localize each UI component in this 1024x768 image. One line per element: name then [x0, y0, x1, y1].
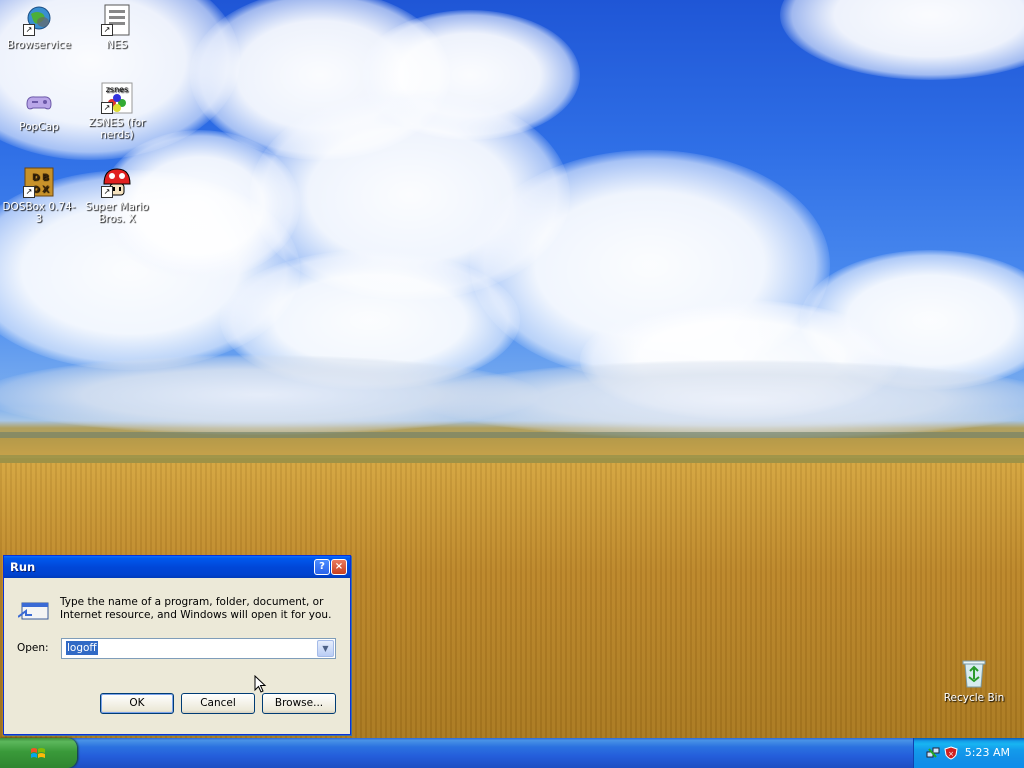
run-program-icon	[17, 599, 50, 623]
cancel-button[interactable]: Cancel	[181, 693, 255, 714]
run-titlebar[interactable]: Run ? ×	[4, 556, 350, 578]
system-tray: × 5:23 AM	[913, 738, 1024, 768]
open-input[interactable]: logoff ▼	[61, 638, 336, 659]
desktop-icon-zsnes[interactable]: zsnes ↗ ZSNES (for nerds)	[78, 82, 156, 141]
dosbox-icon: DBOX ↗	[23, 166, 55, 198]
popcap-gamepad-icon	[23, 86, 55, 118]
desktop-icon-nes[interactable]: ↗ NES	[78, 4, 156, 51]
desktop-icon-browservice[interactable]: ↗ Browservice	[0, 4, 78, 51]
mouse-cursor-icon	[254, 674, 268, 695]
recycle-bin-icon	[958, 657, 990, 689]
cloud	[780, 0, 1024, 80]
svg-text:D: D	[32, 173, 39, 183]
run-title: Run	[10, 560, 36, 574]
svg-text:X: X	[42, 185, 49, 195]
desktop-icon-dosbox[interactable]: DBOX ↗ DOSBox 0.74-3	[0, 166, 78, 225]
cloud	[420, 360, 1024, 440]
windows-logo-icon	[30, 746, 46, 760]
chevron-down-icon[interactable]: ▼	[317, 640, 334, 657]
nes-document-icon: ↗	[101, 4, 133, 36]
mushroom-icon: ↗	[101, 166, 133, 198]
open-label: Open:	[17, 642, 49, 654]
taskbar: × 5:23 AM	[0, 738, 1024, 768]
close-button[interactable]: ×	[331, 559, 347, 575]
desktop-icon-popcap[interactable]: PopCap	[0, 86, 78, 133]
browservice-globe-icon: ↗	[23, 4, 55, 36]
run-description: Type the name of a program, folder, docu…	[60, 596, 332, 621]
start-button[interactable]	[0, 738, 77, 768]
open-input-value[interactable]: logoff	[66, 641, 98, 655]
desktop-icon-recycle-bin[interactable]: Recycle Bin	[935, 657, 1013, 704]
svg-text:B: B	[42, 173, 49, 183]
ok-button[interactable]: OK	[100, 693, 174, 714]
browse-button[interactable]: Browse...	[262, 693, 336, 714]
network-icon[interactable]	[926, 745, 940, 759]
run-dialog: Run ? × Type the name of a program, fold…	[3, 555, 351, 735]
desktop-icon-super-mario[interactable]: ↗ Super Mario Bros. X	[78, 166, 156, 225]
help-button[interactable]: ?	[314, 559, 330, 575]
clock[interactable]: 5:23 AM	[965, 746, 1010, 759]
field-strip	[0, 455, 1024, 463]
zsnes-icon: zsnes ↗	[101, 82, 133, 114]
svg-text:zsnes: zsnes	[106, 85, 129, 94]
svg-text:×: ×	[948, 750, 954, 758]
security-shield-icon[interactable]: ×	[944, 745, 958, 760]
